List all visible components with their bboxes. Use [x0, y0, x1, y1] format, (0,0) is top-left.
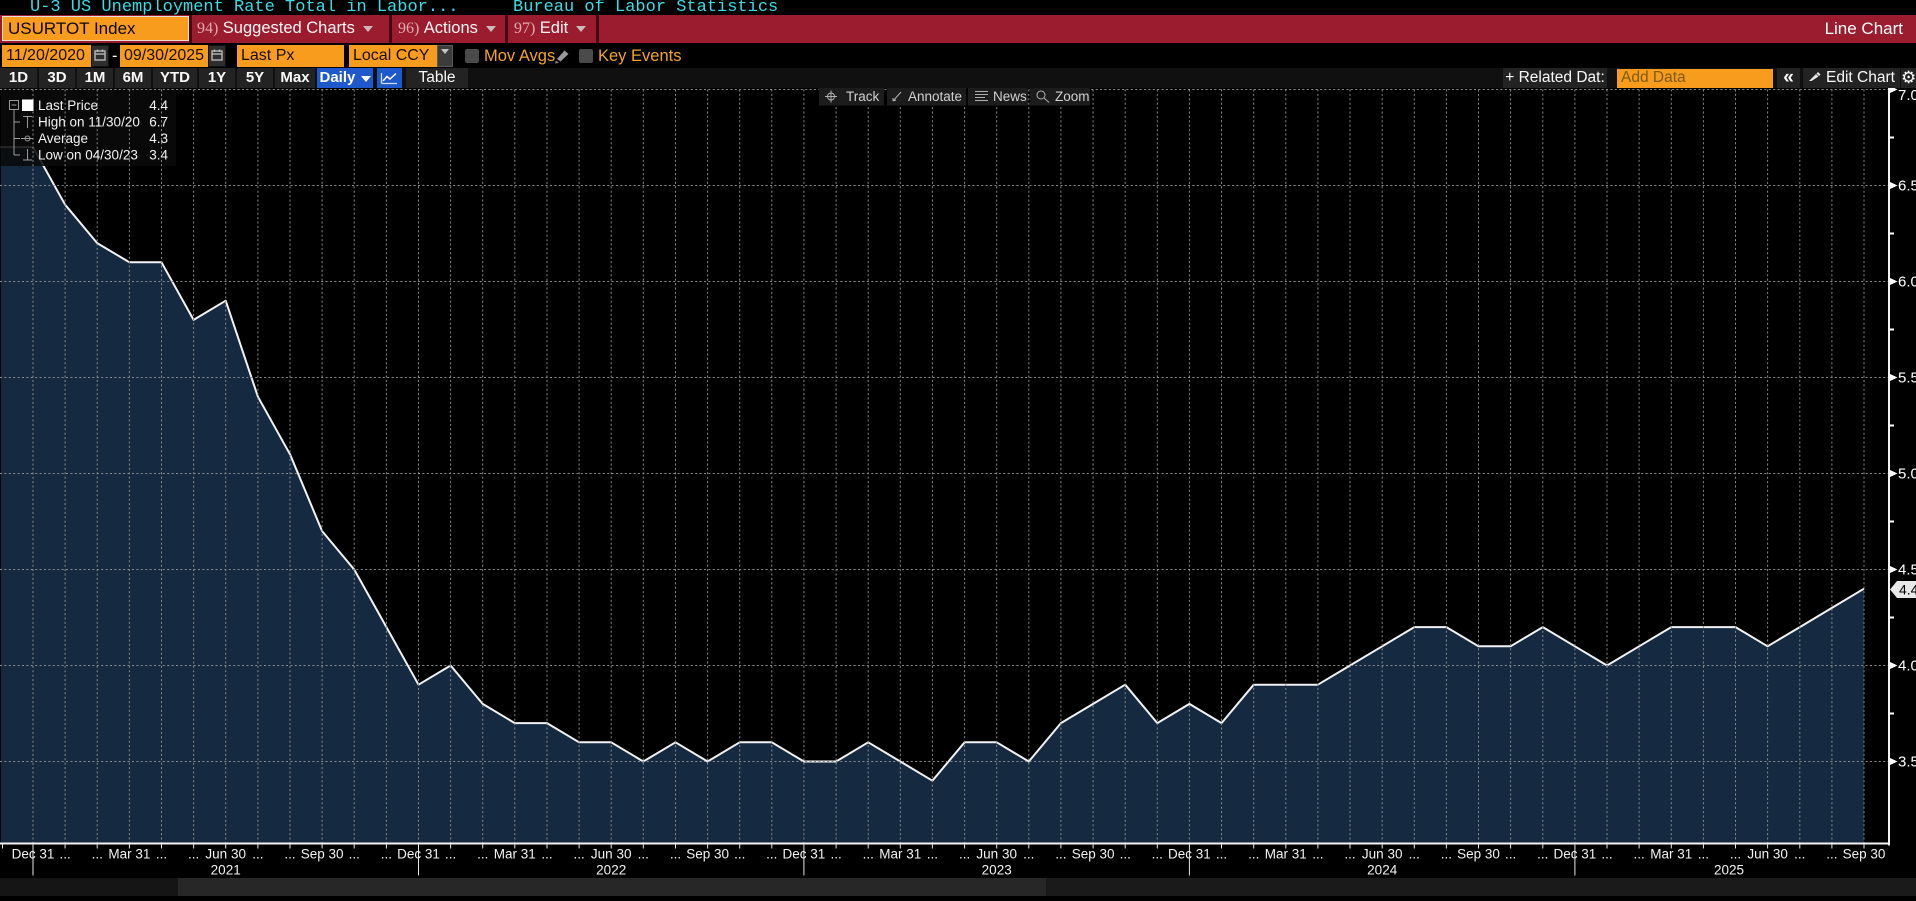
svg-text:Jun 30: Jun 30: [591, 847, 632, 862]
svg-text:5.0: 5.0: [1898, 466, 1916, 483]
svg-text:...: ...: [188, 847, 199, 862]
svg-text:...: ...: [830, 847, 841, 862]
svg-text:6.7: 6.7: [149, 115, 168, 130]
svg-text:Mar 31: Mar 31: [494, 847, 536, 862]
svg-text:...: ...: [1120, 847, 1131, 862]
svg-text:...: ...: [1633, 847, 1644, 862]
svg-text:Dec 31: Dec 31: [1554, 847, 1597, 862]
svg-text:...: ...: [863, 847, 874, 862]
svg-text:Dec 31: Dec 31: [12, 847, 55, 862]
svg-text:Sep 30: Sep 30: [686, 847, 729, 862]
svg-text:...: ...: [1248, 847, 1259, 862]
svg-text:News: News: [993, 89, 1027, 104]
svg-text:2023: 2023: [982, 863, 1012, 878]
svg-text:6.5: 6.5: [1898, 178, 1916, 195]
svg-text:...: ...: [156, 847, 167, 862]
svg-text:...: ...: [1344, 847, 1355, 862]
svg-text:...: ...: [445, 847, 456, 862]
svg-text:Jun 30: Jun 30: [1747, 847, 1788, 862]
svg-text:...: ...: [541, 847, 552, 862]
svg-text:...: ...: [1216, 847, 1227, 862]
svg-text:2022: 2022: [596, 863, 626, 878]
svg-text:...: ...: [1441, 847, 1452, 862]
svg-text:...: ...: [1023, 847, 1034, 862]
svg-text:Low on 04/30/23: Low on 04/30/23: [38, 148, 138, 163]
svg-text:Dec 31: Dec 31: [1168, 847, 1211, 862]
svg-text:...: ...: [670, 847, 681, 862]
svg-text:Sep 30: Sep 30: [1843, 847, 1886, 862]
svg-text:...: ...: [1794, 847, 1805, 862]
svg-text:...: ...: [477, 847, 488, 862]
svg-text:4.3: 4.3: [149, 131, 168, 146]
svg-text:6.0: 6.0: [1898, 274, 1916, 291]
svg-text:...: ...: [766, 847, 777, 862]
svg-text:Sep 30: Sep 30: [301, 847, 344, 862]
svg-text:...: ...: [92, 847, 103, 862]
svg-text:4.4: 4.4: [1899, 582, 1916, 598]
svg-text:High on 11/30/20: High on 11/30/20: [38, 115, 140, 130]
svg-text:...: ...: [1537, 847, 1548, 862]
svg-text:Average: Average: [38, 131, 88, 146]
svg-text:Jun 30: Jun 30: [205, 847, 246, 862]
svg-text:2024: 2024: [1367, 863, 1398, 878]
svg-text:...: ...: [59, 847, 70, 862]
svg-text:4.0: 4.0: [1898, 658, 1916, 675]
svg-text:...: ...: [1055, 847, 1066, 862]
svg-text:Mar 31: Mar 31: [1265, 847, 1307, 862]
svg-text:...: ...: [638, 847, 649, 862]
svg-text:...: ...: [1312, 847, 1323, 862]
svg-text:Track: Track: [846, 89, 879, 104]
svg-text:5.5: 5.5: [1898, 370, 1916, 387]
svg-text:...: ...: [1505, 847, 1516, 862]
svg-text:...: ...: [927, 847, 938, 862]
svg-text:Last Price: Last Price: [38, 98, 98, 113]
svg-text:Annotate: Annotate: [908, 89, 962, 104]
svg-text:Sep 30: Sep 30: [1457, 847, 1500, 862]
svg-text:...: ...: [1698, 847, 1709, 862]
svg-text:...: ...: [1152, 847, 1163, 862]
svg-text:...: ...: [252, 847, 263, 862]
svg-text:...: ...: [1826, 847, 1837, 862]
svg-text:...: ...: [381, 847, 392, 862]
svg-text:Zoom: Zoom: [1055, 89, 1090, 104]
svg-text:Jun 30: Jun 30: [976, 847, 1017, 862]
svg-text:...: ...: [1601, 847, 1612, 862]
svg-text:...: ...: [349, 847, 360, 862]
svg-text:...: ...: [284, 847, 295, 862]
svg-text:...: ...: [1409, 847, 1420, 862]
svg-text:3.4: 3.4: [149, 148, 168, 163]
svg-text:...: ...: [1730, 847, 1741, 862]
svg-text:Dec 31: Dec 31: [397, 847, 440, 862]
svg-text:Jun 30: Jun 30: [1362, 847, 1403, 862]
svg-text:Mar 31: Mar 31: [1650, 847, 1692, 862]
svg-text:Mar 31: Mar 31: [879, 847, 921, 862]
svg-text:...: ...: [734, 847, 745, 862]
svg-text:Dec 31: Dec 31: [783, 847, 826, 862]
svg-text:Sep 30: Sep 30: [1072, 847, 1115, 862]
svg-text:...: ...: [959, 847, 970, 862]
svg-text:3.5: 3.5: [1898, 754, 1916, 771]
svg-text:Mar 31: Mar 31: [108, 847, 150, 862]
svg-text:4.4: 4.4: [149, 98, 168, 113]
svg-text:4.5: 4.5: [1898, 562, 1916, 579]
svg-text:...: ...: [573, 847, 584, 862]
svg-text:2021: 2021: [211, 863, 241, 878]
svg-text:7.0: 7.0: [1898, 88, 1916, 104]
svg-text:2025: 2025: [1714, 863, 1744, 878]
